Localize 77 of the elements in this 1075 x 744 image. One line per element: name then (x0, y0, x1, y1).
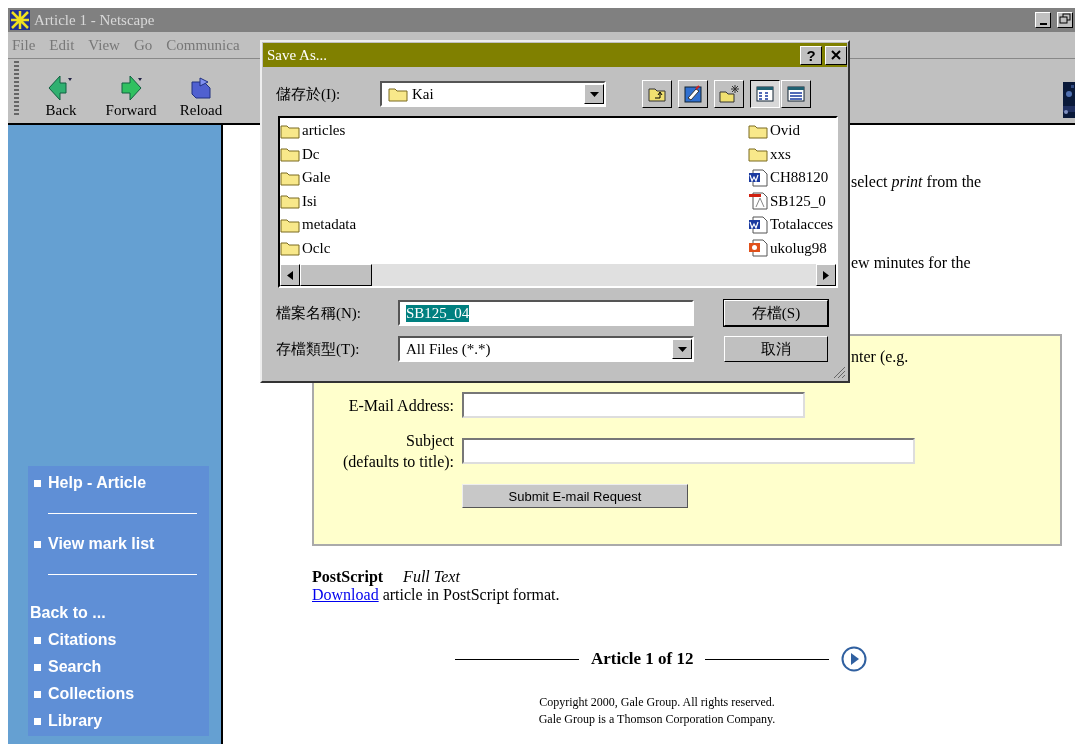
toolbar-button[interactable]: Forward (103, 74, 159, 119)
dialog-button[interactable]: 取消 (724, 336, 828, 362)
dialog-button[interactable]: 存檔(S) (724, 300, 828, 326)
copyright-text: Gale Group is a Thomson Corporation Company. (537, 711, 777, 728)
folder-icon (748, 146, 768, 163)
section-subtitle: Full Text (403, 568, 460, 586)
list-entry[interactable]: CH88120 (748, 166, 829, 190)
desktop-icon (684, 85, 702, 103)
filename-field[interactable]: SB125_04 (398, 300, 694, 326)
toolbar-grip[interactable] (14, 61, 19, 115)
close-icon (830, 48, 842, 61)
window-title: Article 1 - Netscape (34, 11, 156, 29)
list-entry[interactable]: articles (280, 119, 346, 143)
folder-icon (280, 240, 300, 257)
field-label: Subject (defaults to title): (341, 431, 454, 472)
location-dropdown[interactable]: Kai (380, 81, 606, 107)
toolbar-button[interactable]: Reload (173, 74, 229, 119)
caret-down-icon (677, 346, 687, 352)
text-fragment: ew minutes for the (851, 254, 972, 272)
next-icon[interactable] (841, 646, 868, 672)
horizontal-scrollbar[interactable] (280, 264, 836, 286)
download-sentence: Download article in PostScript format. (312, 586, 561, 604)
list-entry[interactable]: metadata (280, 213, 357, 237)
restore-icon (1059, 13, 1071, 25)
field-label: 檔案名稱(N): (276, 303, 362, 323)
folder-icon (280, 216, 300, 233)
list-entry[interactable]: SB125_0 (748, 189, 826, 213)
list-entry[interactable]: Gale (280, 166, 331, 190)
app-logo-icon (10, 10, 30, 30)
scroll-thumb[interactable] (300, 264, 372, 286)
file-type-dropdown[interactable]: All Files (*.*) (398, 336, 694, 362)
input-field[interactable] (462, 392, 805, 418)
sidebar-heading: Back to ... (29, 604, 107, 622)
caret-right-icon[interactable] (823, 270, 829, 280)
caret-left-icon[interactable] (287, 270, 293, 280)
text-fragment: nter (e.g. (851, 348, 910, 366)
list-entry[interactable]: Ovid (748, 119, 800, 143)
up-folder-icon (648, 88, 666, 102)
caret-down-icon (589, 91, 599, 97)
list-entry[interactable]: Isi (280, 189, 317, 213)
field-label: 儲存於(I): (276, 84, 342, 104)
folder-icon (280, 146, 300, 163)
dialog-title: Save As... (267, 46, 328, 64)
list-entry[interactable]: ukolug98 (748, 236, 827, 260)
download-link[interactable]: Download (312, 586, 379, 603)
section-title: PostScript (312, 568, 384, 586)
close-button[interactable] (825, 45, 847, 65)
dialog-tool-button[interactable] (750, 80, 780, 108)
toolbar-button[interactable]: Back (33, 74, 89, 119)
list-entry[interactable]: Dc (280, 142, 320, 166)
list-entry[interactable]: xxs (748, 142, 791, 166)
folder-icon (748, 122, 768, 139)
folder-icon (280, 122, 300, 139)
list-view-icon (756, 86, 774, 102)
minimize-icon (1039, 23, 1047, 25)
minimize-button[interactable] (1035, 12, 1051, 28)
folder-icon (388, 86, 408, 102)
pdf-document-icon (748, 192, 768, 211)
help-button[interactable]: ? (800, 45, 822, 65)
article-counter: Article 1 of 12 (591, 649, 694, 669)
word-document-icon (748, 168, 768, 187)
folder-icon (280, 193, 300, 210)
resize-grip-icon[interactable] (832, 365, 846, 379)
field-label: E-Mail Address: (347, 395, 454, 416)
presentation-document-icon (748, 239, 768, 258)
restore-button[interactable] (1057, 12, 1073, 28)
details-view-icon (787, 86, 805, 102)
submit-button[interactable]: Submit E-mail Request (462, 484, 688, 508)
new-folder-icon (719, 84, 740, 103)
field-label: 存檔類型(T): (276, 339, 361, 359)
input-field[interactable] (462, 438, 915, 464)
word-document-icon (748, 215, 768, 234)
copyright-text: Copyright 2000, Gale Group. All rights reserved. (538, 694, 776, 711)
text-fragment: select print from the (851, 173, 983, 191)
list-entry[interactable]: Oclc (280, 236, 331, 260)
list-entry[interactable]: Totalacces (748, 213, 834, 237)
folder-icon (280, 169, 300, 186)
